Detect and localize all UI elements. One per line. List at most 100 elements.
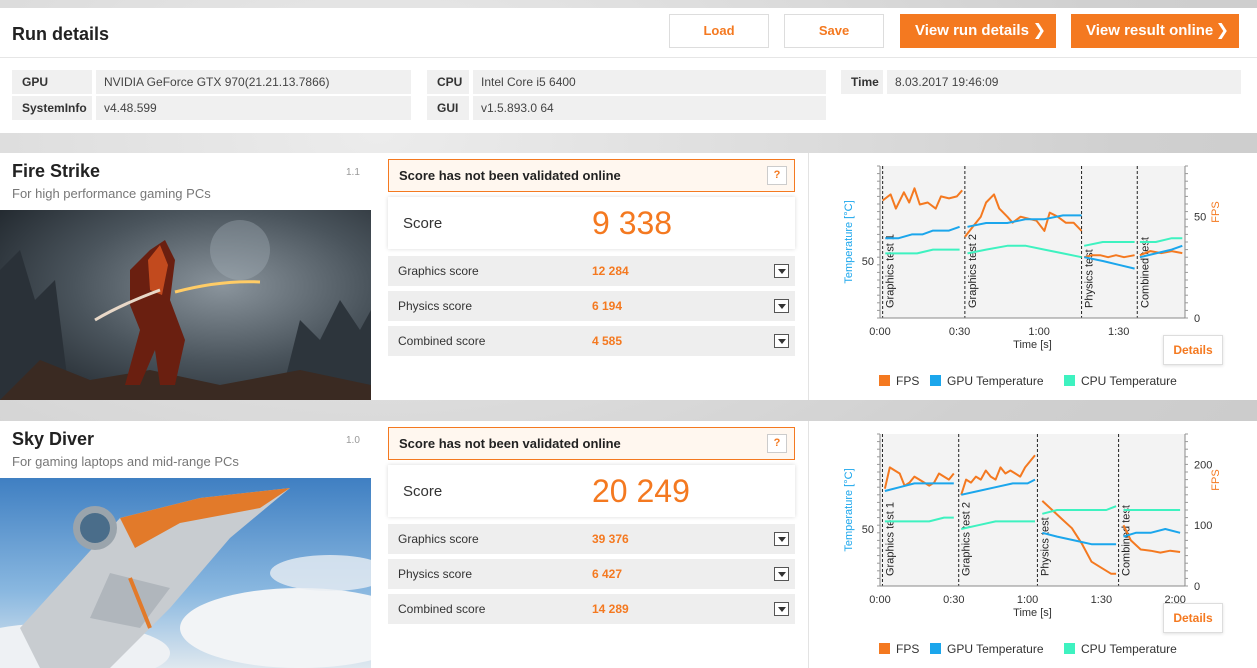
fire-strike-panel: Fire Strike 1.1 For high performance gam…: [0, 153, 1257, 400]
systeminfo-label: SystemInfo: [12, 96, 92, 120]
chevron-right-icon: ❯: [1215, 22, 1229, 39]
legend-label: FPS: [896, 642, 920, 656]
legend-label: GPU Temperature: [947, 642, 1044, 656]
time-label: Time: [841, 70, 883, 94]
x-tick-label: 1:00: [1028, 326, 1049, 338]
y-right-tick-label: 50: [1194, 212, 1206, 224]
benchmark-version: 1.0: [346, 435, 360, 446]
y-right-axis-label: FPS: [1210, 469, 1222, 490]
fps-swatch: [879, 375, 890, 386]
legend-label: GPU Temperature: [947, 374, 1044, 388]
details-button[interactable]: Details: [1163, 603, 1223, 633]
y-left-axis-label: Temperature [°C]: [843, 468, 855, 551]
subscore-value: 14 289: [592, 602, 629, 616]
subscore-label: Physics score: [398, 299, 473, 313]
legend-fps: FPS: [879, 373, 919, 389]
subscore-label: Graphics score: [398, 264, 479, 278]
save-button[interactable]: Save: [784, 14, 884, 48]
legend-label: CPU Temperature: [1081, 642, 1177, 656]
y-right-tick-label: 0: [1194, 581, 1200, 593]
x-axis-label: Time [s]: [1013, 607, 1052, 619]
run-details-panel: Run details Load Save View run details ❯…: [0, 8, 1257, 133]
score-box: Score 9 338: [388, 197, 795, 249]
legend-label: FPS: [896, 374, 920, 388]
chevron-right-icon: ❯: [1032, 22, 1046, 39]
subscore-row: Graphics score 12 284: [388, 256, 795, 286]
cpu-temperature-swatch: [1064, 643, 1075, 654]
dropdown-arrow-icon[interactable]: [774, 602, 789, 616]
subscore-value: 6 427: [592, 567, 623, 581]
subscore-value: 4 585: [592, 334, 623, 348]
dropdown-arrow-icon[interactable]: [774, 532, 789, 546]
subscore-row: Graphics score 39 376: [388, 524, 795, 554]
view-result-online-button[interactable]: View result online ❯: [1071, 14, 1239, 48]
y-right-axis-label: FPS: [1210, 201, 1222, 222]
dropdown-arrow-icon[interactable]: [774, 264, 789, 278]
benchmark-subtitle: For high performance gaming PCs: [12, 186, 211, 201]
y-right-tick-label: 100: [1194, 520, 1212, 532]
run-details-title: Run details: [12, 24, 110, 44]
x-tick-label: 1:30: [1108, 326, 1129, 338]
section-label: Graphics test 2: [967, 234, 979, 308]
score-value: 20 249: [592, 473, 690, 509]
subscore-label: Combined score: [398, 602, 486, 616]
y-left-tick-label: 50: [862, 256, 874, 268]
view-result-online-label: View result online: [1086, 22, 1214, 39]
load-button[interactable]: Load: [669, 14, 769, 48]
benchmark-name: Fire Strike: [12, 161, 101, 181]
sky-diver-panel: Sky Diver 1.0 For gaming laptops and mid…: [0, 421, 1257, 668]
benchmark-subtitle: For gaming laptops and mid-range PCs: [12, 454, 239, 469]
details-button[interactable]: Details: [1163, 335, 1223, 365]
legend-cpu-temperature: CPU Temperature: [1064, 373, 1177, 389]
subscore-value: 6 194: [592, 299, 623, 313]
subscore-label: Combined score: [398, 334, 486, 348]
cpu-temperature-swatch: [1064, 375, 1075, 386]
legend-label: CPU Temperature: [1081, 374, 1177, 388]
validation-notice: Score has not been validated online ?: [388, 159, 795, 192]
subscore-label: Physics score: [398, 567, 473, 581]
x-tick-label: 0:30: [949, 326, 970, 338]
section-label: Graphics test 2: [961, 502, 973, 576]
gui-value: v1.5.893.0 64: [473, 96, 826, 120]
legend-cpu-temperature: CPU Temperature: [1064, 641, 1177, 657]
divider: [808, 421, 809, 668]
x-tick-label: 0:00: [869, 326, 890, 338]
section-label: Combined test: [1139, 237, 1151, 308]
x-tick-label: 0:00: [869, 594, 890, 606]
section-label: Physics test: [1039, 517, 1051, 576]
x-tick-label: 1:30: [1091, 594, 1112, 606]
gpu-temperature-swatch: [930, 375, 941, 386]
score-label: Score: [403, 215, 443, 232]
systeminfo-value: v4.48.599: [96, 96, 411, 120]
legend-fps: FPS: [879, 641, 919, 657]
x-axis-label: Time [s]: [1013, 339, 1052, 351]
divider: [0, 57, 1257, 58]
subscore-row: Physics score 6 194: [388, 291, 795, 321]
fire-strike-image: [0, 210, 371, 400]
dropdown-arrow-icon[interactable]: [774, 334, 789, 348]
cpu-label: CPU: [427, 70, 469, 94]
gpu-label: GPU: [12, 70, 92, 94]
benchmark-version: 1.1: [346, 167, 360, 178]
subscore-label: Graphics score: [398, 532, 479, 546]
subscore-value: 39 376: [592, 532, 629, 546]
y-left-tick-label: 50: [862, 524, 874, 536]
help-button[interactable]: ?: [767, 166, 787, 185]
legend-gpu-temperature: GPU Temperature: [930, 373, 1044, 389]
time-value: 8.03.2017 19:46:09: [887, 70, 1241, 94]
sky-diver-image: [0, 478, 371, 668]
divider: [808, 153, 809, 400]
view-run-details-label: View run details: [915, 22, 1029, 39]
dropdown-arrow-icon[interactable]: [774, 567, 789, 581]
help-button[interactable]: ?: [767, 434, 787, 453]
x-tick-label: 1:00: [1017, 594, 1038, 606]
validation-text: Score has not been validated online: [399, 168, 621, 183]
dropdown-arrow-icon[interactable]: [774, 299, 789, 313]
subscore-value: 12 284: [592, 264, 629, 278]
validation-notice: Score has not been validated online ?: [388, 427, 795, 460]
view-run-details-button[interactable]: View run details ❯: [900, 14, 1056, 48]
subscore-row: Combined score 4 585: [388, 326, 795, 356]
gpu-temperature-swatch: [930, 643, 941, 654]
cpu-value: Intel Core i5 6400: [473, 70, 826, 94]
y-right-tick-label: 0: [1194, 313, 1200, 325]
